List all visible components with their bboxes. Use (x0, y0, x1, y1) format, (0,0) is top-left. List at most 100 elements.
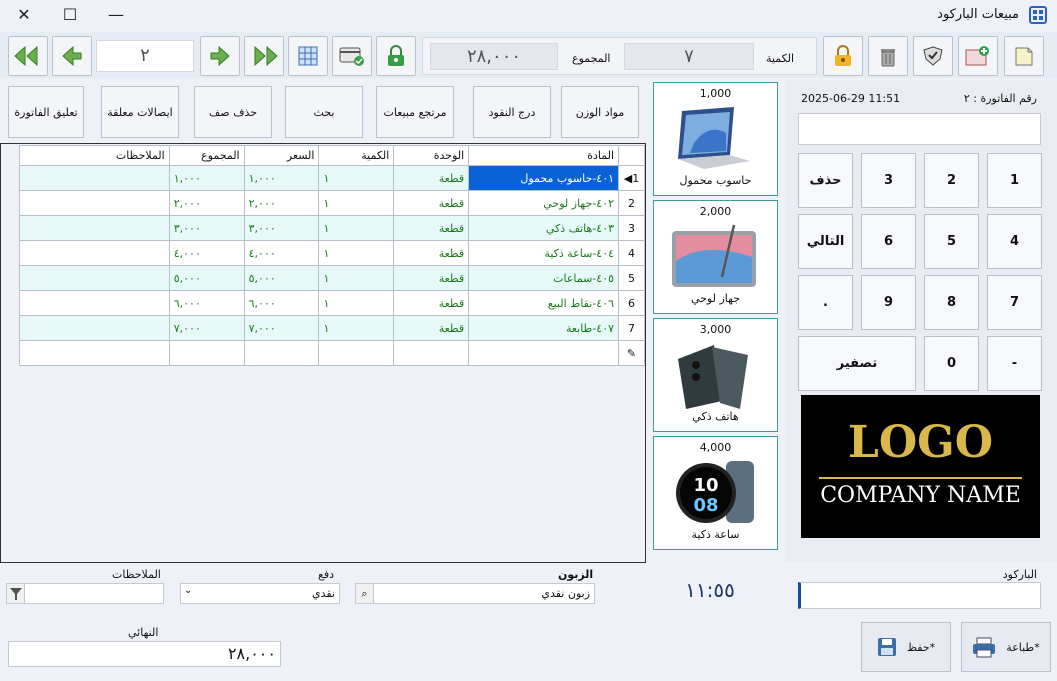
suspended-receipts-button[interactable]: ايصالات معلقة (101, 86, 179, 138)
cell-price[interactable]: ٥,٠٠٠ (243, 265, 320, 291)
cell-notes[interactable] (19, 315, 170, 341)
customer-field[interactable]: زبون نقدي (355, 583, 595, 604)
cell-qty[interactable]: ١ (318, 215, 395, 241)
row-number[interactable]: 7 (618, 315, 645, 341)
key-3[interactable]: 3 (861, 153, 916, 208)
cell-price[interactable]: ٧,٠٠٠ (243, 315, 320, 341)
delete-button[interactable] (868, 36, 908, 76)
cell-price[interactable]: ١,٠٠٠ (243, 165, 320, 191)
col-unit[interactable]: الوحدة (393, 145, 470, 166)
col-notes[interactable]: الملاحظات (19, 145, 170, 166)
cell-item[interactable]: ٤٠٣-هاتف ذكي (468, 215, 620, 241)
cell-unit[interactable]: قطعة (393, 215, 470, 241)
save-button[interactable]: حفظ* (861, 622, 951, 672)
print-button[interactable]: طباعة* (961, 622, 1051, 672)
cell-total[interactable]: ٧,٠٠٠ (168, 315, 245, 341)
cell-notes[interactable] (19, 165, 170, 191)
col-total[interactable]: المجموع (168, 145, 245, 166)
col-item[interactable]: المادة (468, 145, 620, 166)
cell-notes[interactable] (19, 265, 170, 291)
col-qty[interactable]: الكمية (318, 145, 395, 166)
barcode-input[interactable] (798, 582, 1041, 609)
cell-notes[interactable] (19, 240, 170, 266)
cell-item[interactable]: ٤٠٧-طابعة (468, 315, 620, 341)
key-dot[interactable]: . (798, 275, 853, 330)
minimize-icon[interactable]: — (105, 4, 127, 26)
lock-button[interactable] (823, 36, 863, 76)
product-tile-phone[interactable]: 3,000 هاتف ذكي (653, 318, 778, 432)
key-2[interactable]: 2 (924, 153, 979, 208)
add-customer-button[interactable] (958, 36, 998, 76)
cash-drawer-button[interactable]: درج النقود (473, 86, 551, 138)
suspend-invoice-button[interactable]: تعليق الفاتورة (8, 86, 84, 138)
product-tile-laptop[interactable]: 1,000 حاسوب محمول (653, 82, 778, 196)
key-6[interactable]: 6 (861, 214, 916, 269)
table-row[interactable]: 2 ٤٠٢-جهاز لوحي قطعة ١ ٢,٠٠٠ ٢,٠٠٠ (19, 190, 645, 216)
key-delete[interactable]: حذف (798, 153, 853, 208)
row-number[interactable]: 4 (618, 240, 645, 266)
previous-page-button[interactable] (52, 36, 92, 76)
table-row[interactable]: 3 ٤٠٣-هاتف ذكي قطعة ١ ٣,٠٠٠ ٣,٠٠٠ (19, 215, 645, 241)
col-price[interactable]: السعر (243, 145, 320, 166)
page-number-field[interactable]: ٢ (96, 40, 194, 72)
notes-field[interactable] (6, 583, 164, 604)
cell-total[interactable]: ٥,٠٠٠ (168, 265, 245, 291)
close-icon[interactable]: ✕ (13, 4, 35, 26)
maximize-icon[interactable]: ☐ (59, 4, 81, 26)
first-page-button[interactable] (8, 36, 48, 76)
last-page-button[interactable] (244, 36, 284, 76)
cell-unit[interactable]: قطعة (393, 190, 470, 216)
cell-item[interactable]: ٤٠٥-سماعات (468, 265, 620, 291)
product-tile-tablet[interactable]: 2,000 جهاز لوحي (653, 200, 778, 314)
key-9[interactable]: 9 (861, 275, 916, 330)
table-row[interactable]: 7 ٤٠٧-طابعة قطعة ١ ٧,٠٠٠ ٧,٠٠٠ (19, 315, 645, 341)
row-number[interactable]: 6 (618, 290, 645, 316)
grid-view-button[interactable] (288, 36, 328, 76)
new-invoice-button[interactable] (1004, 36, 1044, 76)
cell-price[interactable]: ٢,٠٠٠ (243, 190, 320, 216)
key-5[interactable]: 5 (924, 214, 979, 269)
cell-qty[interactable]: ١ (318, 315, 395, 341)
key-4[interactable]: 4 (987, 214, 1042, 269)
cell-unit[interactable]: قطعة (393, 240, 470, 266)
key-0[interactable]: 0 (924, 336, 979, 391)
search-button[interactable]: بحث (285, 86, 363, 138)
chevron-down-icon[interactable]: ⌄ (184, 585, 192, 596)
cell-total[interactable]: ٦,٠٠٠ (168, 290, 245, 316)
cell-item[interactable]: ٤٠٦-نقاط البيع (468, 290, 620, 316)
payment-select[interactable]: نقدي (180, 583, 340, 604)
key-minus[interactable]: - (987, 336, 1042, 391)
cell-unit[interactable]: قطعة (393, 315, 470, 341)
cell-total[interactable]: ٢,٠٠٠ (168, 190, 245, 216)
cell-qty[interactable]: ١ (318, 165, 395, 191)
cell-total[interactable]: ٤,٠٠٠ (168, 240, 245, 266)
cell-unit[interactable]: قطعة (393, 165, 470, 191)
cell-qty[interactable]: ١ (318, 240, 395, 266)
delete-row-button[interactable]: حذف صف (194, 86, 272, 138)
cell-qty[interactable]: ١ (318, 265, 395, 291)
product-tile-watch[interactable]: 4,000 10 08 ساعة ذكية (653, 436, 778, 550)
cell-unit[interactable]: قطعة (393, 290, 470, 316)
key-1[interactable]: 1 (987, 153, 1042, 208)
filter-icon[interactable] (7, 584, 25, 603)
new-row[interactable]: ✎ (19, 340, 645, 366)
cell-price[interactable]: ٣,٠٠٠ (243, 215, 320, 241)
customer-search-icon[interactable]: ⌕ (356, 584, 374, 603)
key-clear[interactable]: تصفير (798, 336, 916, 391)
cell-qty[interactable]: ١ (318, 290, 395, 316)
payment-card-button[interactable] (332, 36, 372, 76)
table-row[interactable]: 4 ٤٠٤-ساعة ذكية قطعة ١ ٤,٠٠٠ ٤,٠٠٠ (19, 240, 645, 266)
cell-notes[interactable] (19, 215, 170, 241)
invoice-note-field[interactable] (798, 113, 1041, 145)
table-row[interactable]: ◀1 ٤٠١-حاسوب محمول قطعة ١ ١,٠٠٠ ١,٠٠٠ (19, 165, 645, 191)
cell-notes[interactable] (19, 190, 170, 216)
weight-items-button[interactable]: مواد الوزن (561, 86, 639, 138)
cell-qty[interactable]: ١ (318, 190, 395, 216)
key-7[interactable]: 7 (987, 275, 1042, 330)
row-number[interactable]: 3 (618, 215, 645, 241)
filter-check-button[interactable] (913, 36, 953, 76)
key-next[interactable]: التالي (798, 214, 853, 269)
cell-total[interactable]: ٣,٠٠٠ (168, 215, 245, 241)
new-row-marker-icon[interactable]: ✎ (618, 340, 645, 366)
cell-unit[interactable]: قطعة (393, 265, 470, 291)
